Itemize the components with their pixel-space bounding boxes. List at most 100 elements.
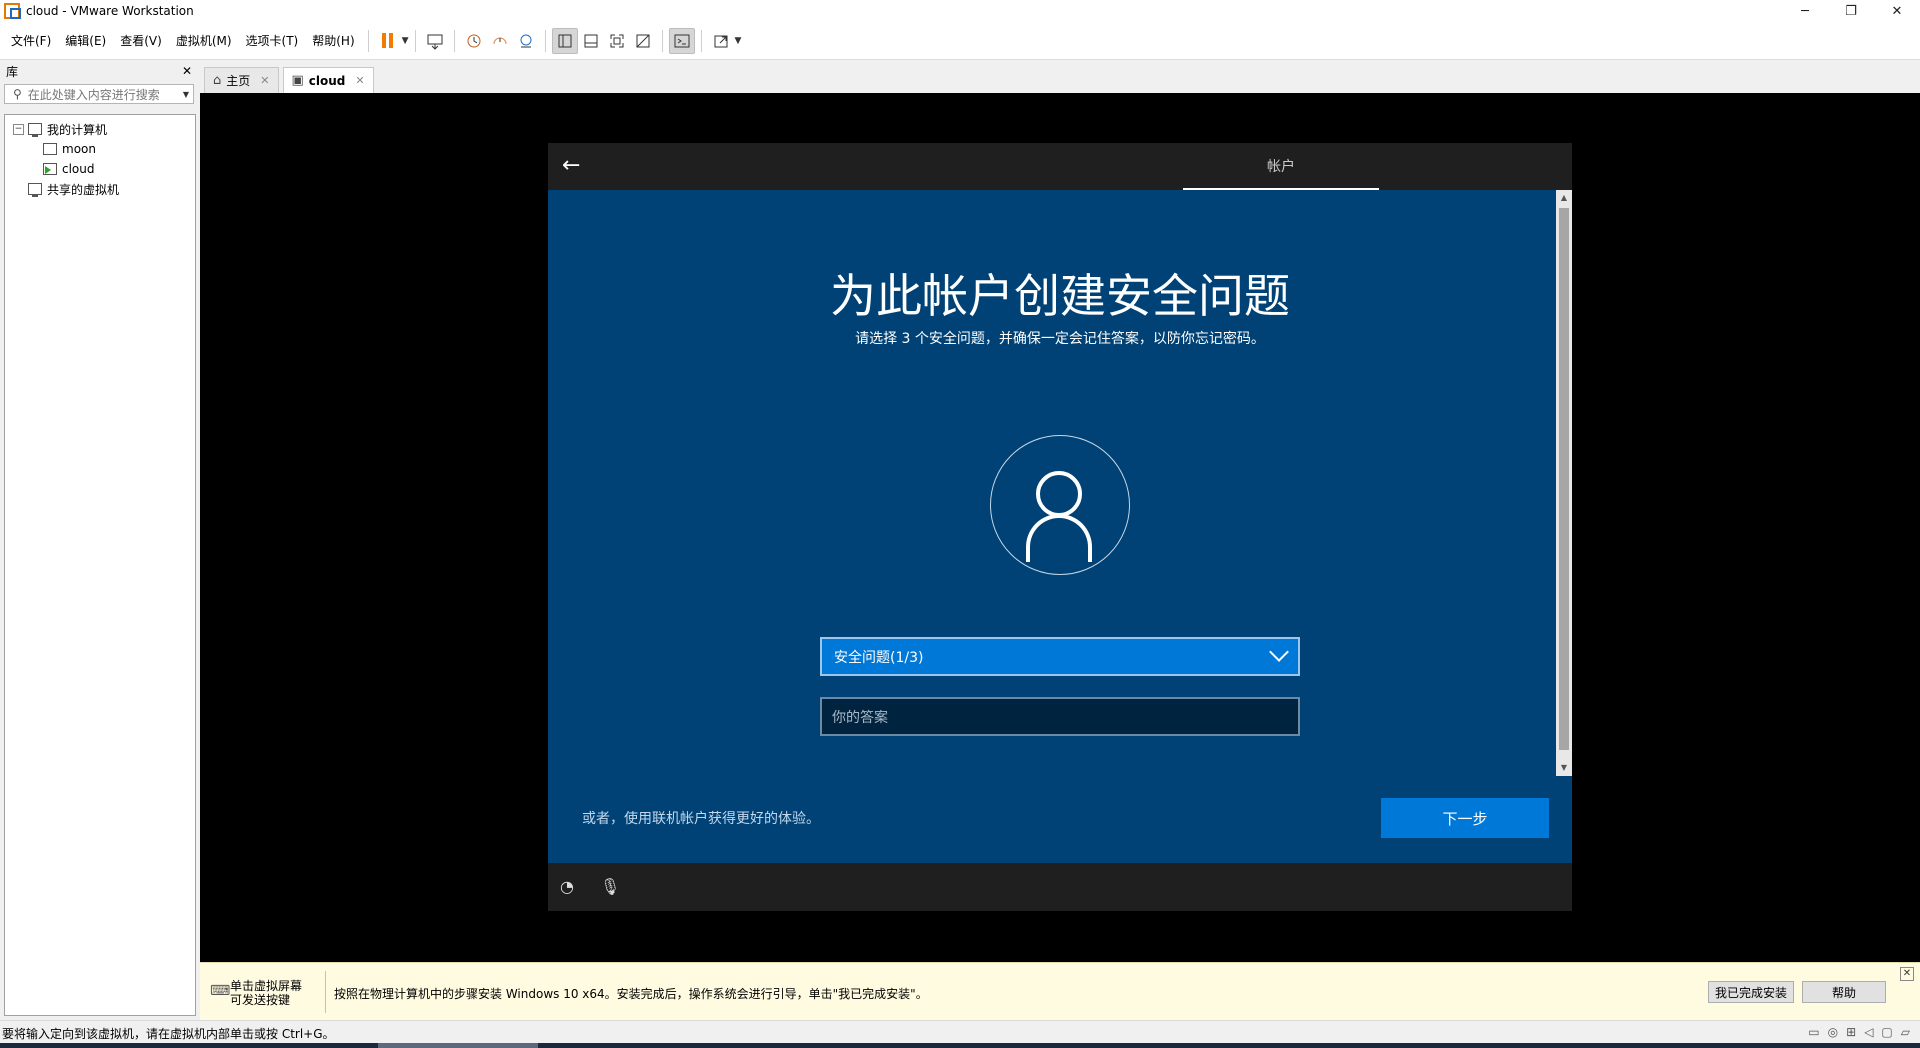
hint-close-icon[interactable]: ✕ — [1900, 967, 1914, 981]
vmware-app-icon — [4, 3, 21, 19]
tree-item-moon[interactable]: moon — [5, 139, 195, 159]
send-ctrl-alt-del-button[interactable] — [422, 28, 448, 54]
tree-item-label: 共享的虚拟机 — [47, 182, 120, 197]
minimize-button[interactable]: ─ — [1782, 0, 1828, 22]
tab-close-icon[interactable]: ✕ — [355, 74, 364, 87]
finished-install-button[interactable]: 我已完成安装 — [1708, 981, 1794, 1003]
oobe-footer: ◔ 🎙 — [548, 863, 1572, 911]
menu-edit[interactable]: 编辑(E) — [58, 22, 113, 60]
help-button[interactable]: 帮助 — [1802, 981, 1886, 1003]
show-thumbnail-bar-button[interactable] — [578, 28, 604, 54]
tree-item-label: 我的计算机 — [47, 122, 108, 137]
snapshot-button[interactable] — [461, 28, 487, 54]
cd-icon[interactable]: ◎ — [1828, 1025, 1838, 1039]
power-dropdown-icon[interactable]: ▼ — [402, 36, 409, 46]
library-title: 库 — [6, 64, 19, 79]
toolbar-separator — [453, 29, 455, 52]
tab-close-icon[interactable]: ✕ — [260, 74, 269, 87]
toolbar-separator — [414, 29, 416, 52]
library-search-input[interactable]: ⚲ 在此处键入内容进行搜索 ▼ — [4, 84, 194, 104]
snapshot-manager-button[interactable] — [513, 28, 539, 54]
network-icon[interactable]: ⊞ — [1846, 1025, 1856, 1039]
oobe-scrollbar[interactable]: ▲ ▼ — [1556, 190, 1572, 776]
page-subtitle: 请选择 3 个安全问题，并确保一定会记住答案，以防你忘记密码。 — [855, 331, 1265, 347]
online-account-link[interactable]: 或者，使用联机帐户获得更好的体验。 — [582, 808, 820, 828]
oobe-header: ← 帐户 — [548, 143, 1572, 190]
status-message: 要将输入定向到该虚拟机，请在虚拟机内部单击或按 Ctrl+G。 — [2, 1027, 335, 1041]
thumbnail-bar-icon — [584, 34, 598, 47]
library-view-icon — [558, 34, 572, 47]
chevron-down-icon — [1269, 642, 1289, 662]
microphone-icon[interactable]: 🎙 — [600, 877, 620, 896]
search-icon: ⚲ — [13, 87, 22, 101]
stretch-guest-button[interactable] — [708, 28, 734, 54]
toolbar-separator — [700, 29, 702, 52]
tree-item-cloud[interactable]: cloud — [5, 159, 195, 179]
tree-item-my-computer[interactable]: − 我的计算机 — [5, 119, 195, 139]
back-arrow-icon[interactable]: ← — [562, 153, 580, 178]
hint-line-1: 单击虚拟屏幕 — [230, 979, 303, 993]
tree-item-label: cloud — [62, 162, 95, 176]
stretch-icon — [714, 35, 728, 47]
install-instructions: 按照在物理计算机中的步骤安装 Windows 10 x64。安装完成后，操作系统… — [334, 987, 928, 1001]
vm-console[interactable]: ← 帐户 为此帐户创建安全问题 请选择 3 个安全问题，并确保一定会记住答案，以… — [200, 93, 1920, 962]
shared-vms-icon — [28, 183, 42, 197]
search-dropdown-icon[interactable]: ▼ — [183, 90, 189, 99]
vm-running-icon: ▣ — [291, 73, 304, 88]
message-icon[interactable]: ▱ — [1901, 1025, 1910, 1039]
scroll-up-icon[interactable]: ▲ — [1556, 190, 1572, 206]
vm-icon — [43, 143, 57, 155]
toolbar-separator — [367, 29, 369, 52]
sound-icon[interactable]: ◁ — [1864, 1025, 1873, 1039]
tree-item-shared-vms[interactable]: 共享的虚拟机 — [5, 179, 195, 199]
collapse-icon[interactable]: − — [13, 123, 24, 135]
snapshot-icon — [467, 34, 481, 47]
menu-file[interactable]: 文件(F) — [4, 22, 58, 60]
unity-button[interactable] — [630, 28, 656, 54]
scroll-down-icon[interactable]: ▼ — [1556, 760, 1572, 776]
show-library-button[interactable] — [551, 27, 578, 54]
unity-icon — [636, 34, 650, 47]
console-icon — [674, 34, 690, 47]
console-view-button[interactable] — [668, 27, 695, 54]
library-panel: 库 ✕ ⚲ 在此处键入内容进行搜索 ▼ − 我的计算机 moon cloud 共… — [0, 60, 198, 1016]
tab-home[interactable]: ⌂ 主页 ✕ — [204, 67, 279, 93]
stretch-dropdown-icon[interactable]: ▼ — [735, 36, 742, 46]
full-screen-icon — [610, 34, 624, 47]
toolbar-separator — [544, 29, 546, 52]
revert-snapshot-button[interactable] — [487, 28, 513, 54]
security-question-value: 安全问题(1/3) — [834, 649, 924, 666]
menu-view[interactable]: 查看(V) — [113, 22, 169, 60]
close-button[interactable]: ✕ — [1874, 0, 1920, 22]
security-question-select[interactable]: 安全问题(1/3) — [820, 637, 1300, 676]
device-status-icons: ▭ ◎ ⊞ ◁ ▢ ▱ — [1808, 1025, 1910, 1039]
tab-cloud[interactable]: ▣ cloud ✕ — [282, 67, 374, 93]
tab-label: cloud — [308, 73, 346, 88]
hint-divider — [325, 971, 326, 1013]
vm-running-icon — [43, 163, 57, 175]
avatar-head — [1036, 471, 1082, 517]
snapshot-manager-icon — [520, 34, 532, 47]
next-button[interactable]: 下一步 — [1381, 798, 1549, 838]
maximize-button[interactable]: ❐ — [1828, 0, 1874, 22]
display-icon[interactable]: ▢ — [1881, 1025, 1892, 1039]
answer-input[interactable]: 你的答案 — [820, 697, 1300, 736]
host-taskbar-edge — [0, 1043, 1920, 1048]
ease-of-access-icon[interactable]: ◔ — [560, 877, 574, 896]
hdd-icon[interactable]: ▭ — [1808, 1025, 1819, 1039]
library-close-icon[interactable]: ✕ — [182, 64, 192, 78]
guest-oobe-window[interactable]: ← 帐户 为此帐户创建安全问题 请选择 3 个安全问题，并确保一定会记住答案，以… — [548, 143, 1572, 911]
tree-item-label: moon — [62, 142, 96, 156]
menu-tabs[interactable]: 选项卡(T) — [239, 22, 306, 60]
scroll-thumb[interactable] — [1559, 208, 1569, 750]
menu-help[interactable]: 帮助(H) — [305, 22, 361, 60]
computer-icon — [28, 123, 42, 137]
menu-vm[interactable]: 虚拟机(M) — [169, 22, 239, 60]
install-hint-bar: ⌨ 单击虚拟屏幕 可发送按键 按照在物理计算机中的步骤安装 Windows 10… — [200, 962, 1920, 1020]
pause-button[interactable] — [375, 28, 401, 54]
search-placeholder: 在此处键入内容进行搜索 — [27, 87, 160, 102]
title-bar: cloud - VMware Workstation ─ ❐ ✕ — [0, 0, 1920, 22]
full-screen-button[interactable] — [604, 28, 630, 54]
library-header: 库 ✕ — [0, 60, 198, 82]
tab-label: 主页 — [226, 74, 251, 88]
